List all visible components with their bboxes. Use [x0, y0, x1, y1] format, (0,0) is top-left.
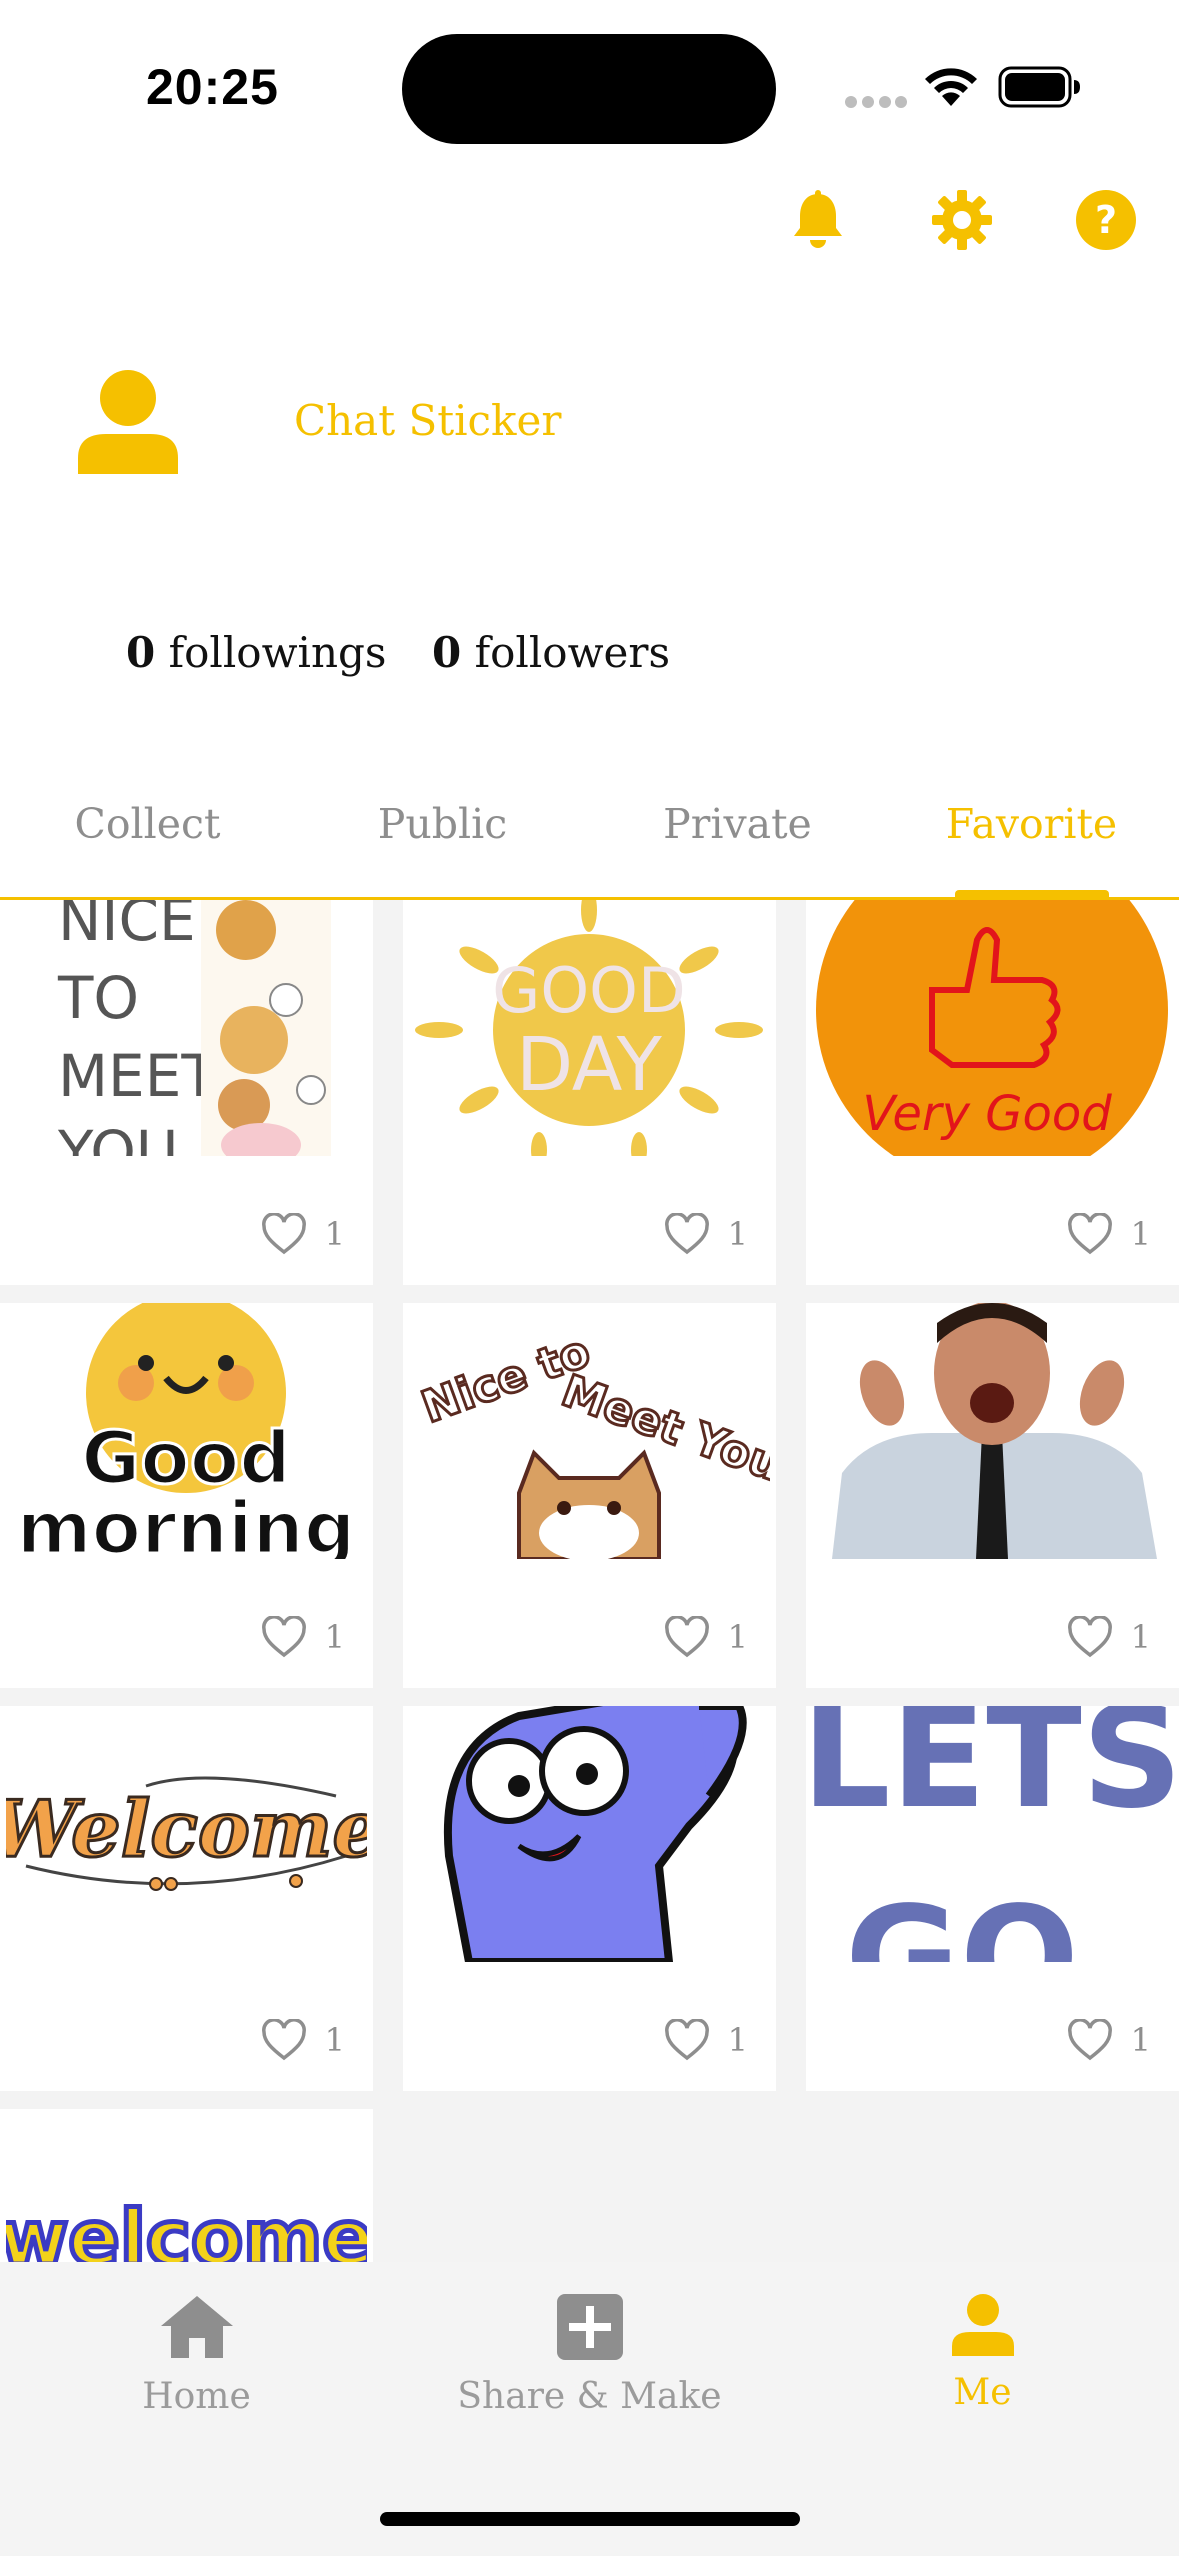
svg-text:GO: GO — [845, 1877, 1079, 1962]
sticker-card[interactable]: 1 — [403, 1706, 776, 2091]
svg-text:morning: morning — [17, 1486, 356, 1559]
nav-home-label: Home — [142, 2376, 251, 2417]
like-count: 1 — [1130, 1215, 1151, 1253]
like-button[interactable]: 1 — [1067, 1211, 1151, 1257]
status-time: 20:25 — [146, 59, 279, 115]
bell-icon[interactable] — [786, 188, 850, 252]
plus-square-icon — [556, 2294, 623, 2360]
nav-share-make-label: Share & Make — [457, 2376, 722, 2417]
nav-home[interactable]: Home — [0, 2292, 393, 2417]
heart-icon — [664, 1213, 709, 1255]
sticker-image: Welcome — [6, 1706, 367, 1962]
sticker-image: Nice to Meet You — [409, 1303, 770, 1559]
heart-icon — [261, 1616, 306, 1658]
followings-count: 0 — [126, 628, 156, 677]
sticker-image: GOOD DAY — [409, 900, 770, 1156]
sticker-card[interactable]: NICE TO MEET YOU 1 — [0, 900, 373, 1285]
status-bar: 20:25 — [0, 0, 1179, 150]
sticker-card[interactable]: Very Good 1 — [806, 900, 1179, 1285]
svg-text:YOU: YOU — [57, 1118, 178, 1156]
like-button[interactable]: 1 — [1067, 1614, 1151, 1660]
like-count: 1 — [727, 1215, 748, 1253]
svg-text:DAY: DAY — [516, 1022, 663, 1108]
svg-text:GOOD: GOOD — [492, 954, 685, 1027]
heart-icon — [1067, 1213, 1112, 1255]
sticker-image: Very Good — [812, 900, 1173, 1156]
tab-favorite[interactable]: Favorite — [884, 800, 1179, 848]
tab-public[interactable]: Public — [295, 800, 590, 848]
sticker-card[interactable]: welcome — [0, 2109, 373, 2262]
sticker-image: LETS GO — [812, 1706, 1173, 1962]
avatar[interactable] — [76, 368, 180, 474]
like-button[interactable]: 1 — [664, 2017, 748, 2063]
heart-icon — [261, 1213, 306, 1255]
svg-text:MEET: MEET — [58, 1042, 217, 1110]
like-count: 1 — [324, 1215, 345, 1253]
sticker-card[interactable]: Welcome 1 — [0, 1706, 373, 2091]
nav-share-make[interactable]: Share & Make — [393, 2292, 786, 2417]
followings-label: followings — [168, 628, 387, 677]
like-count: 1 — [1130, 1618, 1151, 1656]
like-count: 1 — [727, 1618, 748, 1656]
sticker-image — [812, 1303, 1173, 1559]
followers-label: followers — [474, 628, 671, 677]
content-tabs: Collect Public Private Favorite — [0, 780, 1179, 900]
svg-text:NICE: NICE — [58, 900, 196, 954]
followers-count: 0 — [432, 628, 462, 677]
nav-me-label: Me — [953, 2372, 1012, 2413]
like-count: 1 — [324, 2021, 345, 2059]
svg-text:?: ? — [1095, 198, 1117, 242]
like-button[interactable]: 1 — [261, 1211, 345, 1257]
sticker-image: NICE TO MEET YOU — [6, 900, 367, 1156]
tab-collect[interactable]: Collect — [0, 800, 295, 848]
sticker-card[interactable]: Nice to Meet You 1 — [403, 1303, 776, 1688]
active-tab-indicator — [955, 890, 1109, 898]
followers-stat[interactable]: 0 followers — [432, 628, 670, 677]
heart-icon — [664, 1616, 709, 1658]
like-button[interactable]: 1 — [261, 1614, 345, 1660]
gear-icon[interactable] — [930, 188, 994, 252]
help-icon[interactable]: ? — [1074, 188, 1138, 252]
person-icon — [951, 2294, 1014, 2356]
cellular-signal-icon — [845, 96, 907, 108]
svg-text:TO: TO — [57, 964, 139, 1032]
heart-icon — [1067, 1616, 1112, 1658]
sticker-card[interactable]: 1 — [806, 1303, 1179, 1688]
home-icon — [160, 2296, 233, 2358]
home-indicator — [380, 2512, 800, 2526]
sticker-card[interactable]: LETS GO 1 — [806, 1706, 1179, 2091]
heart-icon — [664, 2019, 709, 2061]
dynamic-island — [402, 34, 776, 144]
svg-text:Welcome: Welcome — [6, 1784, 367, 1875]
sticker-card[interactable]: GOOD DAY 1 — [403, 900, 776, 1285]
tab-private[interactable]: Private — [590, 800, 885, 848]
sticker-image: Good morning — [6, 1303, 367, 1559]
like-count: 1 — [324, 1618, 345, 1656]
like-count: 1 — [727, 2021, 748, 2059]
svg-text:welcome: welcome — [6, 2193, 367, 2262]
heart-icon — [261, 2019, 306, 2061]
battery-icon — [998, 66, 1080, 108]
svg-text:LETS: LETS — [812, 1706, 1173, 1840]
profile-username[interactable]: Chat Sticker — [294, 396, 561, 445]
like-button[interactable]: 1 — [1067, 2017, 1151, 2063]
heart-icon — [1067, 2019, 1112, 2061]
nav-me[interactable]: Me — [786, 2292, 1179, 2413]
sticker-image: welcome — [6, 2109, 367, 2262]
followings-stat[interactable]: 0 followings — [126, 628, 386, 677]
sticker-card[interactable]: Good morning 1 — [0, 1303, 373, 1688]
wifi-icon — [925, 68, 977, 106]
like-count: 1 — [1130, 2021, 1151, 2059]
sticker-grid: NICE TO MEET YOU 1 GOOD DAY 1 Very Good … — [0, 900, 1179, 2262]
like-button[interactable]: 1 — [261, 2017, 345, 2063]
like-button[interactable]: 1 — [664, 1614, 748, 1660]
svg-text:Very Good: Very Good — [862, 1086, 1112, 1142]
sticker-image — [409, 1706, 770, 1962]
like-button[interactable]: 1 — [664, 1211, 748, 1257]
